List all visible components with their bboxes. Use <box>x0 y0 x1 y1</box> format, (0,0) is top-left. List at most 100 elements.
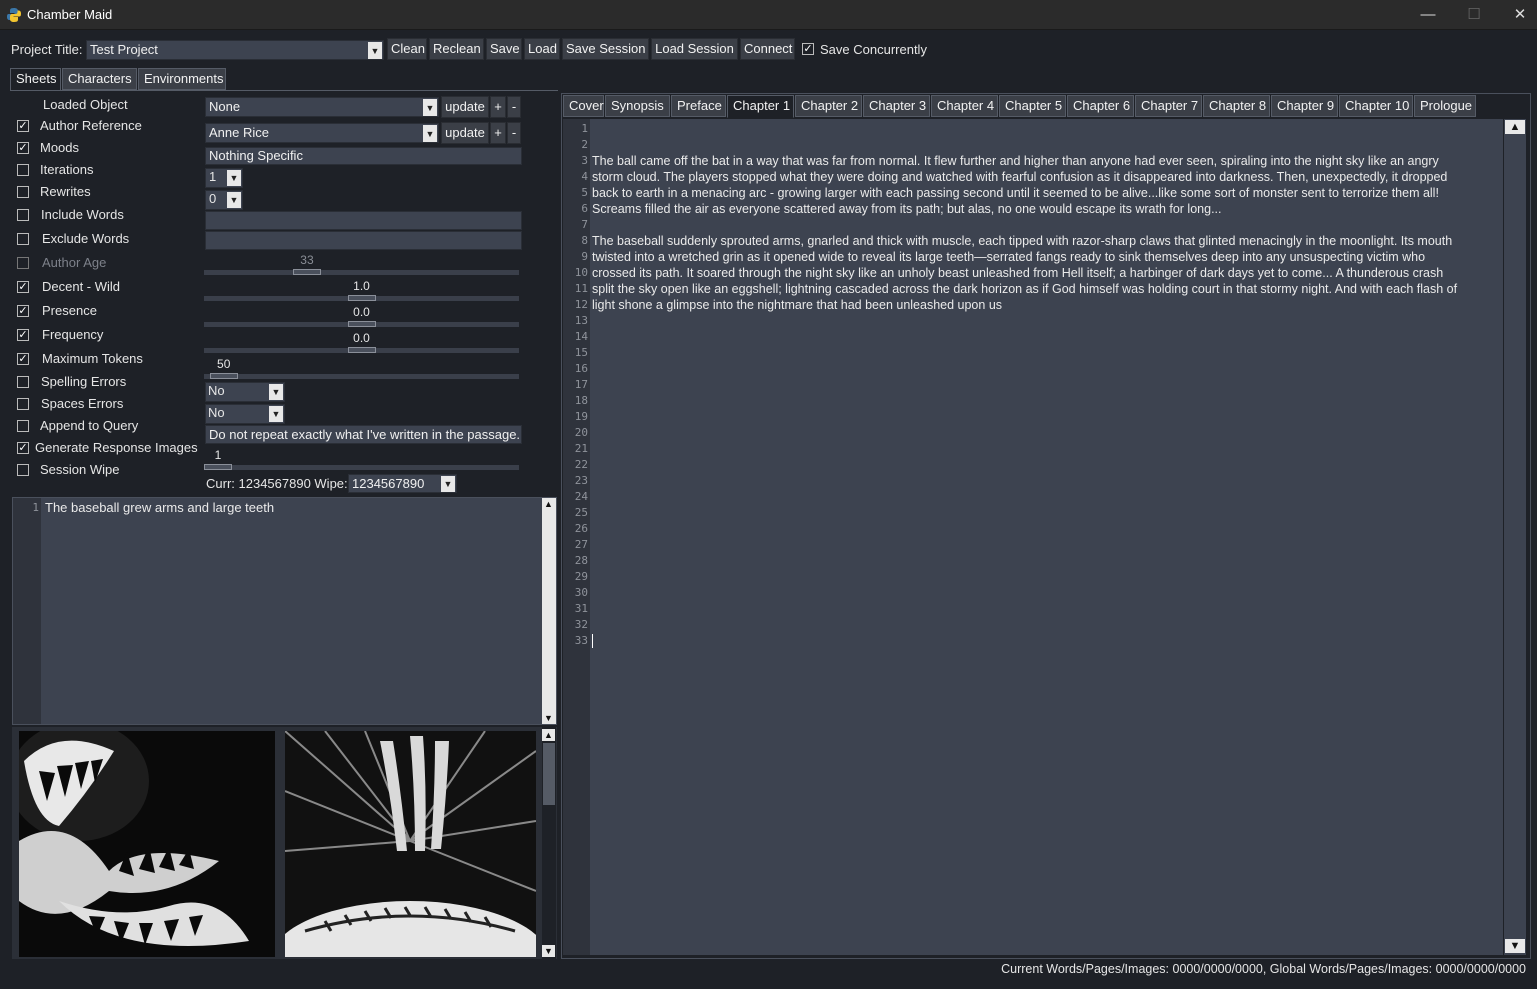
wipe-combo[interactable]: 1234567890 ▼ <box>348 474 457 493</box>
chapter-text-line: light shone a glimpse into the nightmare… <box>592 298 1003 312</box>
prompt-editor[interactable]: The baseball grew arms and large teeth <box>41 498 540 724</box>
spaces-errors-label: Spaces Errors <box>41 396 124 411</box>
scroll-down-icon[interactable]: ▼ <box>1505 939 1525 953</box>
tab-prologue[interactable]: Prologue <box>1414 95 1476 117</box>
tab-chapter-1[interactable]: Chapter 1 <box>727 95 794 118</box>
presence-checkbox[interactable]: ✓ <box>17 305 29 317</box>
chevron-down-icon[interactable]: ▼ <box>423 125 437 142</box>
author-age-checkbox[interactable] <box>17 257 29 269</box>
tab-synopsis[interactable]: Synopsis <box>605 95 670 117</box>
author-age-value: 33 <box>300 253 314 267</box>
project-title-combo[interactable]: Test Project ▼ <box>86 40 384 60</box>
clean-button[interactable]: Clean <box>387 38 427 60</box>
loaded-object-add-button[interactable]: + <box>490 96 506 118</box>
rewrites-spinbox[interactable]: 0 ▼ <box>205 190 243 210</box>
author-age-slider-handle[interactable] <box>292 269 321 275</box>
close-button[interactable]: ✕ <box>1497 0 1537 30</box>
rewrites-checkbox[interactable] <box>17 186 29 198</box>
chevron-down-icon[interactable]: ▼ <box>423 99 437 116</box>
save-concurrently-checkbox[interactable]: ✓ <box>802 43 814 55</box>
load-session-button[interactable]: Load Session <box>651 38 738 60</box>
max-tokens-slider-track[interactable] <box>204 374 519 379</box>
iterations-checkbox[interactable] <box>17 164 29 176</box>
reclean-button[interactable]: Reclean <box>429 38 484 60</box>
loaded-object-combo[interactable]: None ▼ <box>205 97 439 117</box>
spaces-errors-checkbox[interactable] <box>17 398 29 410</box>
scroll-up-icon[interactable]: ▲ <box>542 498 555 510</box>
session-wipe-checkbox[interactable] <box>17 464 29 476</box>
tab-chapter-7[interactable]: Chapter 7 <box>1135 95 1202 117</box>
load-button[interactable]: Load <box>524 38 560 60</box>
gen-images-slider-handle[interactable] <box>204 464 232 470</box>
line-number: 4 <box>581 170 588 183</box>
author-reference-label: Author Reference <box>40 118 142 133</box>
generated-image-tentacles[interactable] <box>285 731 536 957</box>
generated-image-teeth[interactable] <box>19 731 275 957</box>
tab-chapter-10[interactable]: Chapter 10 <box>1339 95 1413 117</box>
moods-field[interactable]: Nothing Specific <box>205 147 522 165</box>
tab-chapter-5[interactable]: Chapter 5 <box>999 95 1066 117</box>
chapter-scrollbar[interactable] <box>1504 119 1526 955</box>
decent-wild-checkbox[interactable]: ✓ <box>17 281 29 293</box>
chevron-down-icon[interactable]: ▼ <box>441 476 455 492</box>
tab-sheets[interactable]: Sheets <box>10 68 61 91</box>
max-tokens-slider-handle[interactable] <box>209 373 238 379</box>
presence-slider-handle[interactable] <box>347 321 376 327</box>
gen-images-slider-track[interactable] <box>204 465 519 470</box>
tab-chapter-8[interactable]: Chapter 8 <box>1203 95 1270 117</box>
tab-environments[interactable]: Environments <box>138 68 226 90</box>
author-add-button[interactable]: + <box>490 122 506 144</box>
append-query-field[interactable]: Do not repeat exactly what I've written … <box>205 425 522 444</box>
prompt-scrollbar[interactable] <box>542 498 556 724</box>
spelling-errors-checkbox[interactable] <box>17 376 29 388</box>
frequency-label: Frequency <box>42 327 104 342</box>
gallery-scroll-thumb[interactable] <box>543 743 555 805</box>
iterations-spinbox[interactable]: 1 ▼ <box>205 168 243 188</box>
scroll-up-icon[interactable]: ▲ <box>1505 120 1525 134</box>
exclude-words-checkbox[interactable] <box>17 233 29 245</box>
scroll-down-icon[interactable]: ▼ <box>542 712 555 724</box>
save-button[interactable]: Save <box>486 38 522 60</box>
tab-characters[interactable]: Characters <box>62 68 137 90</box>
loaded-object-update-button[interactable]: update <box>441 96 489 118</box>
gen-images-checkbox[interactable]: ✓ <box>17 442 29 454</box>
scroll-down-icon[interactable]: ▼ <box>542 945 555 957</box>
tab-chapter-3[interactable]: Chapter 3 <box>863 95 930 117</box>
moods-checkbox[interactable]: ✓ <box>17 142 29 154</box>
loaded-object-label: Loaded Object <box>43 97 128 112</box>
author-reference-combo[interactable]: Anne Rice ▼ <box>205 123 439 143</box>
tab-cover[interactable]: Cover <box>563 95 604 117</box>
chapter-editor[interactable]: The ball came off the bat in a way that … <box>590 119 1503 955</box>
scroll-up-icon[interactable]: ▲ <box>542 729 555 741</box>
minimize-button[interactable]: — <box>1405 0 1451 30</box>
loaded-object-remove-button[interactable]: - <box>507 96 521 118</box>
spin-down-icon[interactable]: ▼ <box>227 192 241 208</box>
exclude-words-field[interactable] <box>205 231 522 250</box>
save-session-button[interactable]: Save Session <box>562 38 649 60</box>
frequency-checkbox[interactable]: ✓ <box>17 329 29 341</box>
author-update-button[interactable]: update <box>441 122 489 144</box>
tab-preface[interactable]: Preface <box>671 95 726 117</box>
line-number: 32 <box>574 618 588 631</box>
spaces-errors-combo[interactable]: No ▼ <box>205 404 285 424</box>
connect-button[interactable]: Connect <box>740 38 795 60</box>
decent-wild-slider-handle[interactable] <box>347 295 376 301</box>
spin-down-icon[interactable]: ▼ <box>227 170 241 186</box>
maximize-button[interactable]: ☐ <box>1451 0 1497 30</box>
include-words-checkbox[interactable] <box>17 209 29 221</box>
chevron-down-icon[interactable]: ▼ <box>368 42 382 59</box>
author-remove-button[interactable]: - <box>507 122 521 144</box>
include-words-field[interactable] <box>205 211 522 230</box>
chevron-down-icon[interactable]: ▼ <box>269 406 283 422</box>
author-reference-checkbox[interactable]: ✓ <box>17 120 29 132</box>
max-tokens-checkbox[interactable]: ✓ <box>17 353 29 365</box>
append-query-checkbox[interactable] <box>17 420 29 432</box>
spelling-errors-combo[interactable]: No ▼ <box>205 382 285 402</box>
tab-chapter-9[interactable]: Chapter 9 <box>1271 95 1338 117</box>
tab-chapter-2[interactable]: Chapter 2 <box>795 95 862 117</box>
tab-chapter-4[interactable]: Chapter 4 <box>931 95 998 117</box>
tab-chapter-6[interactable]: Chapter 6 <box>1067 95 1134 117</box>
frequency-slider-handle[interactable] <box>347 347 376 353</box>
chevron-down-icon[interactable]: ▼ <box>269 384 283 400</box>
author-age-slider-track[interactable] <box>204 270 519 275</box>
